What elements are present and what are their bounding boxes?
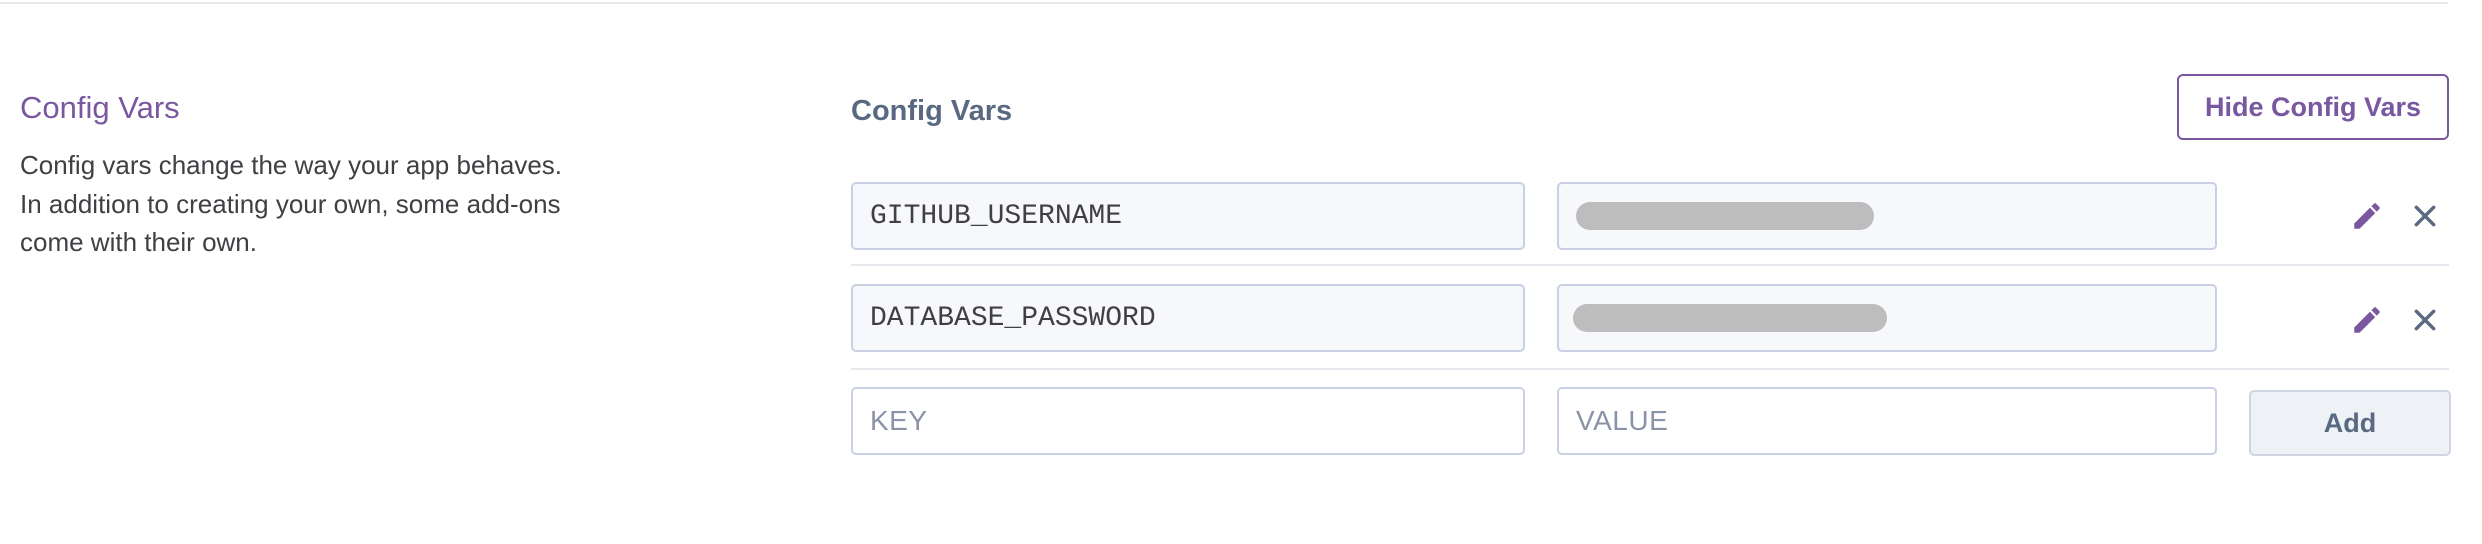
close-icon[interactable]	[2405, 300, 2445, 340]
new-config-var-row: Add	[851, 387, 2451, 491]
close-icon[interactable]	[2405, 196, 2445, 236]
new-key-input[interactable]	[870, 389, 1523, 453]
pencil-icon[interactable]	[2347, 196, 2387, 236]
config-var-row: GITHUB_USERNAME	[851, 162, 2449, 266]
redacted-value	[1573, 304, 1887, 332]
new-value-input[interactable]	[1576, 389, 2215, 453]
hide-config-vars-button[interactable]: Hide Config Vars	[2177, 74, 2449, 140]
config-var-key: GITHUB_USERNAME	[870, 200, 1123, 232]
top-divider	[0, 2, 2448, 4]
config-vars-settings: Config Vars Config vars change the way y…	[0, 0, 2482, 544]
section-info: Config Vars Config vars change the way y…	[20, 88, 600, 262]
config-var-key-field[interactable]: GITHUB_USERNAME	[851, 182, 1525, 250]
pencil-icon[interactable]	[2347, 300, 2387, 340]
add-config-var-button[interactable]: Add	[2249, 390, 2451, 456]
config-var-key: DATABASE_PASSWORD	[870, 302, 1156, 334]
new-key-field	[851, 387, 1525, 455]
redacted-value	[1576, 202, 1874, 230]
section-description: Config vars change the way your app beha…	[20, 150, 563, 257]
new-value-field	[1557, 387, 2217, 455]
config-var-row: DATABASE_PASSWORD	[851, 266, 2449, 370]
panel-title: Config Vars	[851, 95, 1013, 127]
config-var-value-field[interactable]	[1557, 182, 2217, 250]
config-var-key-field[interactable]: DATABASE_PASSWORD	[851, 284, 1525, 352]
section-title: Config Vars	[20, 90, 180, 125]
config-var-value-field[interactable]	[1557, 284, 2217, 352]
